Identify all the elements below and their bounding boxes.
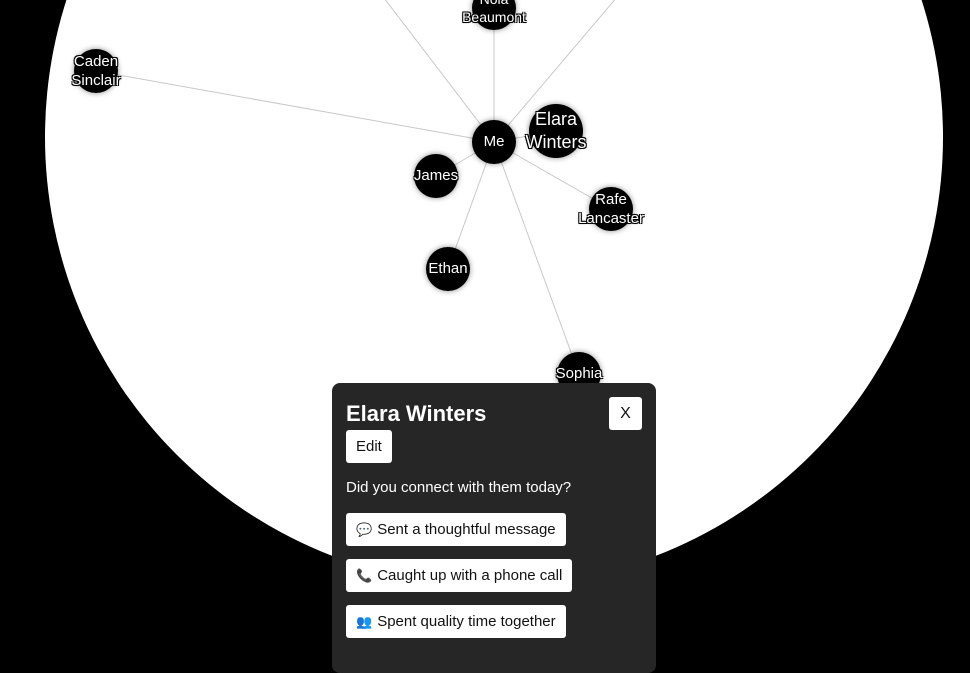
- phone-icon: 📞: [356, 567, 373, 583]
- edit-button[interactable]: Edit: [346, 430, 392, 463]
- contact-node-ethan[interactable]: Ethan: [426, 247, 470, 291]
- contact-node-james[interactable]: James: [414, 154, 458, 198]
- contact-name-title: Elara Winters: [346, 401, 487, 426]
- contact-node-elara[interactable]: Elara Winters: [526, 104, 587, 158]
- contact-node-label: Sophia: [555, 365, 603, 383]
- contact-node-label: Ethan: [428, 260, 468, 278]
- contact-node-label: Me: [483, 133, 505, 151]
- contact-node-rafe[interactable]: Rafe Lancaster: [578, 187, 644, 231]
- connection-prompt: Did you connect with them today?: [346, 479, 572, 496]
- action-label: Caught up with a phone call: [377, 567, 563, 584]
- contact-node-label: Caden Sinclair: [71, 52, 121, 90]
- connection-line-caden: [95, 70, 495, 143]
- contact-node-label: James: [413, 167, 459, 185]
- connection-line-sophia: [493, 141, 580, 375]
- speech-bubble-icon: 💬: [356, 521, 373, 537]
- sent-message-button[interactable]: 💬 Sent a thoughtful message: [346, 513, 566, 546]
- contact-detail-panel: Elara Winters X Edit Did you connect wit…: [332, 383, 656, 673]
- phone-call-button[interactable]: 📞 Caught up with a phone call: [346, 559, 573, 592]
- contact-node-label: Elara Winters: [525, 108, 587, 152]
- close-button[interactable]: X: [609, 397, 642, 430]
- contact-node-caden[interactable]: Caden Sinclair: [71, 49, 121, 93]
- action-label: Sent a thoughtful message: [377, 521, 556, 538]
- people-icon: 👥: [356, 613, 373, 629]
- quality-time-button[interactable]: 👥 Spent quality time together: [346, 605, 566, 638]
- action-label: Spent quality time together: [377, 613, 556, 630]
- me-node[interactable]: Me: [472, 120, 516, 164]
